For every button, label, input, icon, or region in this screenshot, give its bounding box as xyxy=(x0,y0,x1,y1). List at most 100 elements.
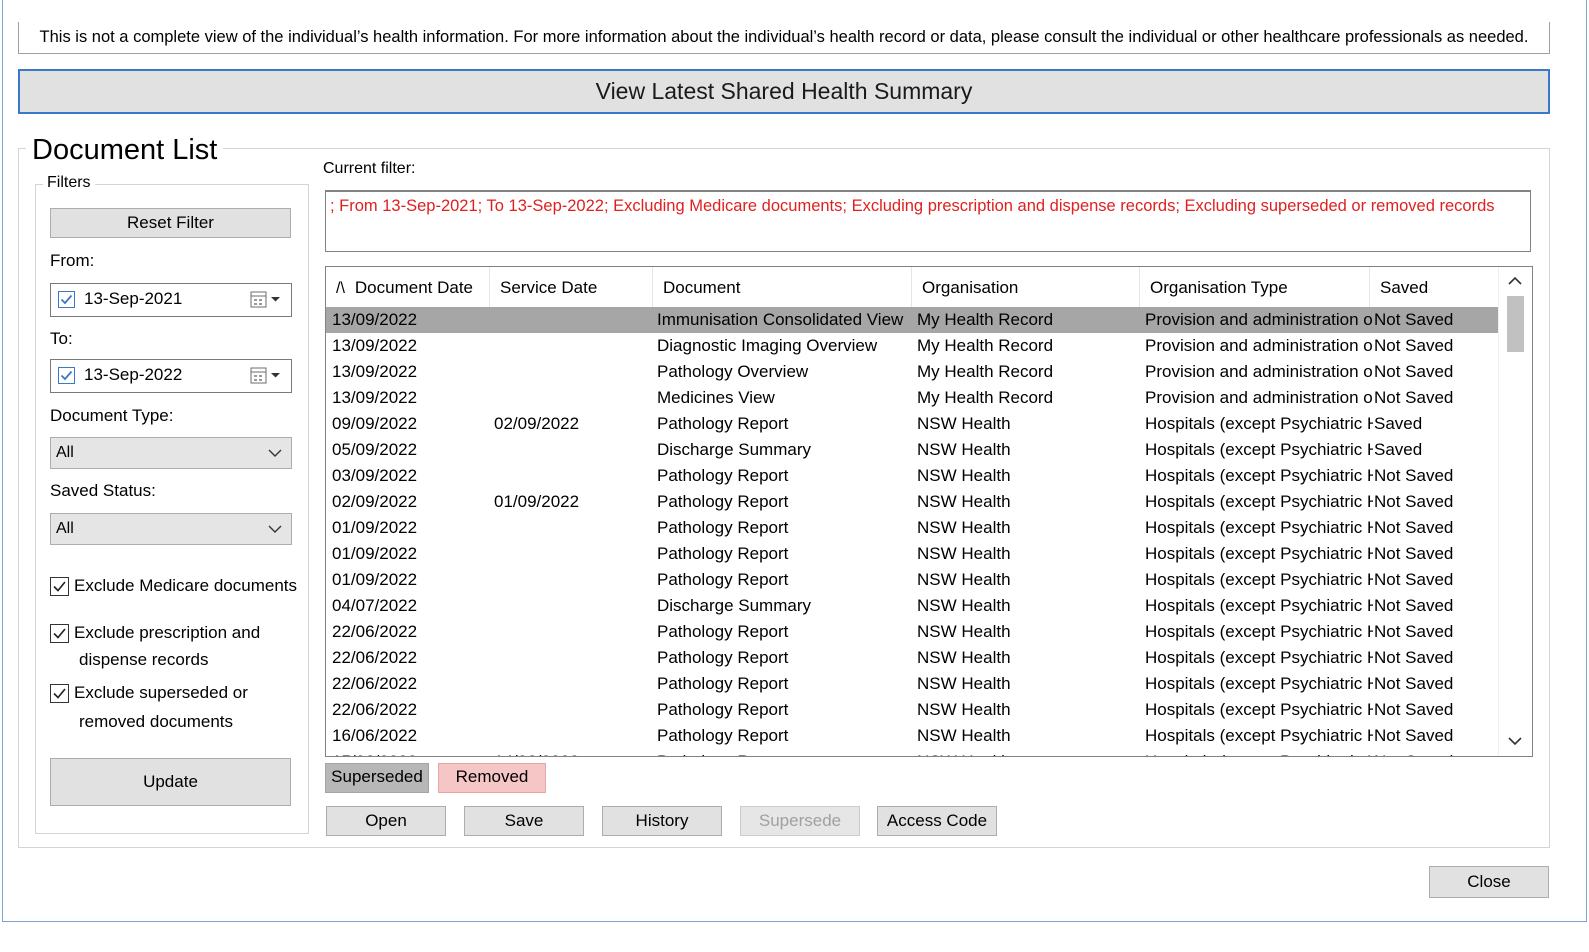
to-label: To: xyxy=(50,329,73,348)
cell-organisation-type: Hospitals (except Psychiatric Ho xyxy=(1145,570,1373,589)
table-row[interactable]: 03/09/2022 Pathology Report NSW Health Hosp… xyxy=(326,463,1500,489)
cell-document: Pathology Report xyxy=(657,414,789,433)
reset-filter-button[interactable]: Reset Filter xyxy=(50,208,291,238)
table-row[interactable]: 15/06/2022 14/06/2022 Pathology Report NSW … xyxy=(326,749,1500,756)
document-type-select[interactable]: All xyxy=(50,437,292,469)
close-button[interactable]: Close xyxy=(1429,866,1549,898)
column-header-document-date[interactable]: /\ Document Date xyxy=(326,267,490,307)
table-row[interactable]: 04/07/2022 Discharge Summary NSW Health Hos… xyxy=(326,593,1500,619)
chevron-down-icon xyxy=(268,449,282,457)
calendar-icon[interactable] xyxy=(250,367,284,390)
column-header-organisation[interactable]: Organisation xyxy=(912,267,1140,307)
table-row[interactable]: 13/09/2022 Immunisation Consolidated View… xyxy=(326,307,1500,333)
saved-status-label: Saved Status: xyxy=(50,481,156,500)
table-row[interactable]: 01/09/2022 Pathology Report NSW Health Hosp… xyxy=(326,515,1500,541)
open-button[interactable]: Open xyxy=(326,806,446,836)
cell-document-date: 13/09/2022 xyxy=(332,336,418,355)
column-header-saved[interactable]: Saved xyxy=(1370,267,1500,307)
cell-document: Pathology Report xyxy=(657,492,789,511)
cell-document: Pathology Report xyxy=(657,570,789,589)
table-row[interactable]: 13/09/2022 Diagnostic Imaging Overview My … xyxy=(326,333,1500,359)
cell-service-date xyxy=(494,645,652,671)
cell-organisation: NSW Health xyxy=(917,492,1011,511)
to-date-picker[interactable]: 13-Sep-2022 xyxy=(50,359,292,393)
cell-organisation-type: Hospitals (except Psychiatric Ho xyxy=(1145,492,1373,511)
column-header-organisation-type[interactable]: Organisation Type xyxy=(1140,267,1370,307)
cell-service-date xyxy=(494,567,652,593)
cell-saved: Not Saved xyxy=(1374,726,1454,745)
cell-organisation: My Health Record xyxy=(917,388,1054,407)
to-date-checkbox[interactable] xyxy=(58,367,75,384)
exclude-prescription-checkbox[interactable] xyxy=(50,624,69,643)
access-code-button[interactable]: Access Code xyxy=(877,806,997,836)
cell-service-date xyxy=(494,385,652,411)
cell-organisation-type: Hospitals (except Psychiatric Ho xyxy=(1145,700,1373,719)
column-header-document[interactable]: Document xyxy=(653,267,912,307)
cell-document: Immunisation Consolidated View xyxy=(657,310,904,329)
document-grid[interactable]: /\ Document Date Service Date Document Or… xyxy=(325,266,1533,757)
table-row[interactable]: 13/09/2022 Medicines View My Health Record… xyxy=(326,385,1500,411)
cell-document: Pathology Report xyxy=(657,749,912,756)
supersede-button[interactable]: Supersede xyxy=(740,806,860,836)
scrollbar-thumb[interactable] xyxy=(1507,296,1524,352)
table-row[interactable]: 02/09/2022 01/09/2022 Pathology Report NSW … xyxy=(326,489,1500,515)
cell-organisation: My Health Record xyxy=(917,336,1054,355)
exclude-prescription-label: Exclude prescription and xyxy=(74,623,261,642)
table-row[interactable]: 09/09/2022 02/09/2022 Pathology Report NSW … xyxy=(326,411,1500,437)
save-button[interactable]: Save xyxy=(464,806,584,836)
history-button[interactable]: History xyxy=(602,806,722,836)
scroll-down-icon[interactable] xyxy=(1508,735,1522,747)
cell-saved: Not Saved xyxy=(1374,466,1454,485)
table-row[interactable]: 22/06/2022 Pathology Report NSW Health Hosp… xyxy=(326,671,1500,697)
cell-saved: Not Saved xyxy=(1374,749,1500,756)
calendar-icon[interactable] xyxy=(250,291,284,314)
column-header-service-date[interactable]: Service Date xyxy=(490,267,653,307)
cell-service-date: 02/09/2022 xyxy=(494,414,580,433)
exclude-superseded-label-line2: removed documents xyxy=(79,712,234,731)
cell-service-date xyxy=(494,541,652,567)
table-row[interactable]: 01/09/2022 Pathology Report NSW Health Hosp… xyxy=(326,567,1500,593)
table-row[interactable]: 22/06/2022 Pathology Report NSW Health Hosp… xyxy=(326,697,1500,723)
exclude-medicare-checkbox[interactable] xyxy=(50,577,69,596)
from-date-checkbox[interactable] xyxy=(58,291,75,308)
cell-organisation-type: Provision and administration of p xyxy=(1145,336,1373,355)
cell-service-date xyxy=(494,333,652,359)
table-row[interactable]: 22/06/2022 Pathology Report NSW Health Hosp… xyxy=(326,645,1500,671)
table-row[interactable]: 16/06/2022 Pathology Report NSW Health Hosp… xyxy=(326,723,1500,749)
cell-saved: Saved xyxy=(1374,440,1423,459)
cell-document-date: 01/09/2022 xyxy=(332,544,418,563)
cell-service-date xyxy=(494,463,652,489)
saved-status-value: All xyxy=(56,520,74,537)
table-row[interactable]: 22/06/2022 Pathology Report NSW Health Hosp… xyxy=(326,619,1500,645)
cell-saved: Saved xyxy=(1374,414,1423,433)
table-row[interactable]: 13/09/2022 Pathology Overview My Health Re… xyxy=(326,359,1500,385)
cell-document-date: 02/09/2022 xyxy=(332,492,418,511)
update-button[interactable]: Update xyxy=(50,758,291,806)
table-row[interactable]: 05/09/2022 Discharge Summary NSW Health Hos… xyxy=(326,437,1500,463)
to-date-value: 13-Sep-2022 xyxy=(84,365,183,384)
cell-saved: Not Saved xyxy=(1374,362,1454,381)
cell-organisation-type: Hospitals (except Psychiatric Ho xyxy=(1145,622,1373,641)
from-date-picker[interactable]: 13-Sep-2021 xyxy=(50,283,292,317)
cell-document-date: 05/09/2022 xyxy=(332,440,418,459)
cell-organisation-type: Hospitals (except Psychiatric Ho xyxy=(1145,440,1373,459)
cell-document: Discharge Summary xyxy=(657,596,811,615)
cell-service-date: 01/09/2022 xyxy=(494,492,580,511)
view-shared-health-summary-button[interactable]: View Latest Shared Health Summary xyxy=(18,69,1550,114)
from-date-value: 13-Sep-2021 xyxy=(84,289,183,308)
vertical-scrollbar[interactable] xyxy=(1498,267,1532,756)
scroll-up-icon[interactable] xyxy=(1508,275,1522,287)
exclude-superseded-checkbox[interactable] xyxy=(50,684,69,703)
saved-status-select[interactable]: All xyxy=(50,513,292,545)
document-list-title: Document List xyxy=(26,130,224,170)
current-filter-text: ; From 13-Sep-2021; To 13-Sep-2022; Excl… xyxy=(325,190,1531,252)
cell-organisation: My Health Record xyxy=(917,310,1054,329)
cell-service-date xyxy=(494,307,652,333)
cell-document: Pathology Overview xyxy=(657,362,809,381)
cell-saved: Not Saved xyxy=(1374,492,1454,511)
cell-document-date: 22/06/2022 xyxy=(332,648,418,667)
filters-group xyxy=(35,184,309,834)
filters-title: Filters xyxy=(43,174,95,192)
current-filter-label: Current filter: xyxy=(323,160,416,177)
table-row[interactable]: 01/09/2022 Pathology Report NSW Health Hosp… xyxy=(326,541,1500,567)
